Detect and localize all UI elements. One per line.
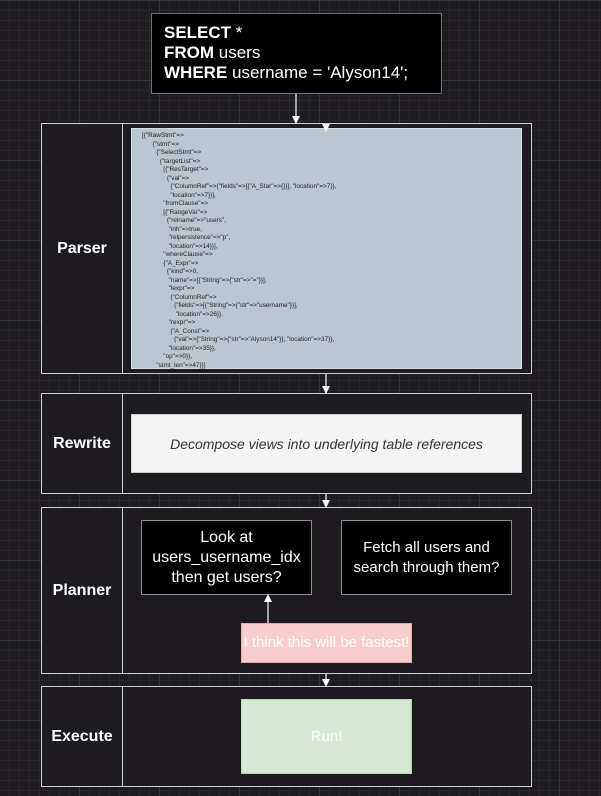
run-text: Run!	[310, 728, 343, 745]
rewrite-label-cell: Rewrite	[42, 394, 123, 493]
plan-option-index-scan: Look at users_username_idx then get user…	[141, 520, 312, 595]
sql-line-where: WHERE username = 'Alyson14';	[164, 63, 409, 82]
plan-option-index-scan-text: Look at users_username_idx then get user…	[152, 528, 301, 586]
parser-label: Parser	[57, 239, 107, 257]
planner-label: Planner	[52, 581, 112, 599]
sql-line-select: SELECT *	[164, 23, 243, 42]
parser-label-cell: Parser	[42, 124, 123, 373]
planner-note: I think this will be fastest!	[241, 623, 412, 663]
rewrite-label: Rewrite	[53, 434, 111, 452]
sql-line-from: FROM users	[164, 43, 261, 62]
parser-output-box: [{"RawStmt"=> {"stmt"=> {"SelectStmt"=> …	[131, 128, 522, 369]
plan-option-seq-scan-text: Fetch all users and search through them?	[353, 538, 500, 576]
execute-label-cell: Execute	[42, 687, 123, 786]
planner-note-text: I think this will be fastest!	[243, 634, 410, 651]
parse-tree-text: [{"RawStmt"=> {"stmt"=> {"SelectStmt"=> …	[142, 132, 337, 369]
rewrite-description-box: Decompose views into underlying table re…	[131, 414, 522, 473]
planner-label-cell: Planner	[42, 508, 123, 673]
run-box: Run!	[241, 699, 412, 774]
rewrite-description: Decompose views into underlying table re…	[170, 435, 483, 452]
execute-label: Execute	[51, 727, 113, 745]
sql-query-box: SELECT * FROM users WHERE username = 'Al…	[151, 13, 442, 94]
plan-option-seq-scan: Fetch all users and search through them?	[341, 520, 512, 595]
